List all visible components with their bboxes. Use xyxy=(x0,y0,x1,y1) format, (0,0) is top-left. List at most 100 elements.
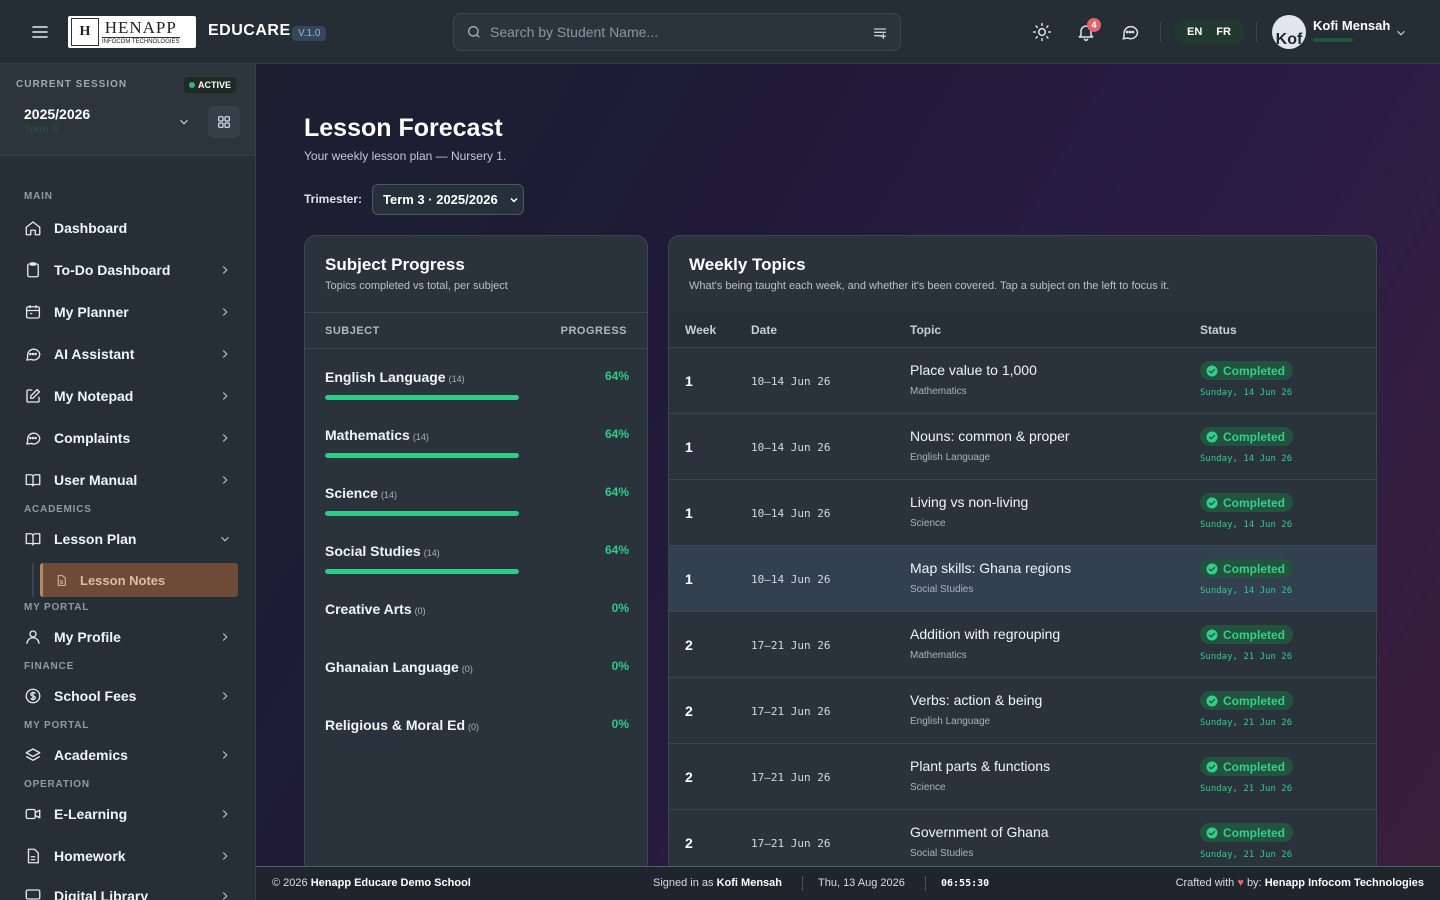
top-bar: H HENAPP INFOCOM TECHNOLOGIES EDUCARE V.… xyxy=(0,0,1440,64)
table-row[interactable]: 2 17–21 Jun 26 Addition with regrouping Mat… xyxy=(669,612,1376,678)
topic-subject: Science xyxy=(910,518,946,529)
check-circle-icon xyxy=(1206,563,1218,575)
topic-title: Nouns: common & proper xyxy=(910,428,1070,444)
search-input[interactable] xyxy=(490,14,860,50)
week-date-range: 10–14 Jun 26 xyxy=(751,507,831,520)
sidebar-item-digital-library[interactable]: Digital Library xyxy=(24,882,238,900)
table-header: Week Date Topic Status xyxy=(669,312,1376,348)
sidebar-item-homework[interactable]: Homework xyxy=(24,842,238,870)
sidebar-item-lesson-plan[interactable]: Lesson Plan xyxy=(24,525,238,553)
subject-progress-row[interactable]: Science (14) 64% xyxy=(325,485,629,541)
week-number: 2 xyxy=(685,703,693,719)
week-number: 1 xyxy=(685,439,693,455)
sidebar-item-school-fees[interactable]: School Fees xyxy=(24,682,238,710)
status-badge: Completed xyxy=(1200,559,1294,578)
session-panel: CURRENT SESSION ACTIVE 2025/2026 Term 3 xyxy=(0,64,255,156)
chevron-down-icon[interactable] xyxy=(1394,26,1408,40)
subject-progress-row[interactable]: Mathematics (14) 64% xyxy=(325,427,629,483)
subject-topic-total: (0) xyxy=(414,606,426,616)
footer-date: Thu, 13 Aug 2026 xyxy=(818,877,905,889)
user-name[interactable]: Kofi Mensah xyxy=(1313,18,1390,33)
sidebar-item-lesson-notes[interactable]: Lesson Notes xyxy=(40,563,238,597)
table-row[interactable]: 1 10–14 Jun 26 Nouns: common & proper Engli… xyxy=(669,414,1376,480)
check-circle-icon xyxy=(1206,695,1218,707)
check-circle-icon xyxy=(1206,761,1218,773)
topic-subject: Social Studies xyxy=(910,584,974,595)
session-year[interactable]: 2025/2026 xyxy=(24,106,90,122)
week-number: 1 xyxy=(685,505,693,521)
week-date-range: 17–21 Jun 26 xyxy=(751,771,831,784)
topic-title: Verbs: action & being xyxy=(910,692,1043,708)
sidebar-item-e-learning[interactable]: E-Learning xyxy=(24,800,238,828)
sidebar-item-label: To-Do Dashboard xyxy=(54,262,171,278)
file-icon xyxy=(24,847,42,865)
edit-icon xyxy=(24,387,42,405)
avatar[interactable]: Kof xyxy=(1272,15,1306,49)
week-number: 2 xyxy=(685,637,693,653)
chevron-right-icon xyxy=(218,849,232,863)
completed-date: Sunday, 14 Jun 26 xyxy=(1200,388,1293,398)
session-term: Term 3 xyxy=(24,124,58,136)
subject-topic-total: (14) xyxy=(448,374,465,384)
message-icon[interactable] xyxy=(1120,22,1140,42)
table-row[interactable]: 1 10–14 Jun 26 Living vs non-living Science… xyxy=(669,480,1376,546)
sidebar-item-academics[interactable]: Academics xyxy=(24,741,238,769)
footer-company: Henapp Infocom Technologies xyxy=(1264,877,1424,889)
week-number: 2 xyxy=(685,835,693,851)
completed-date: Sunday, 21 Jun 26 xyxy=(1200,784,1293,794)
subject-progress-row[interactable]: Ghanaian Language (0) 0% xyxy=(325,659,629,715)
subject-progress-percent: 0% xyxy=(611,659,629,673)
lang-fr-button[interactable]: FR xyxy=(1216,26,1231,38)
subject-progress-row[interactable]: Social Studies (14) 64% xyxy=(325,543,629,599)
sidebar-item-label: E-Learning xyxy=(54,806,128,822)
sidebar-item-complaints[interactable]: Complaints xyxy=(24,424,238,452)
status-badge: Completed xyxy=(1200,757,1294,776)
lang-en-button[interactable]: EN xyxy=(1187,26,1202,38)
topic-subject: Social Studies xyxy=(910,848,974,859)
logo-sub-text: INFOCOM TECHNOLOGIES xyxy=(102,36,180,45)
grid-icon[interactable] xyxy=(208,106,240,138)
table-row[interactable]: 1 10–14 Jun 26 Place value to 1,000 Mathema… xyxy=(669,348,1376,414)
filter-icon[interactable] xyxy=(872,25,888,41)
chevron-down-icon[interactable] xyxy=(177,115,191,129)
sidebar-item-todo-dashboard[interactable]: To-Do Dashboard xyxy=(24,256,238,284)
subject-name: Religious & Moral Ed (0) xyxy=(325,717,480,733)
topic-subject: Mathematics xyxy=(910,386,967,397)
chevron-right-icon xyxy=(218,263,232,277)
progress-bar-fill xyxy=(325,453,519,458)
sidebar-item-ai-assistant[interactable]: AI Assistant xyxy=(24,340,238,368)
sidebar-item-my-notepad[interactable]: My Notepad xyxy=(24,382,238,410)
sidebar-item-my-profile[interactable]: My Profile xyxy=(24,623,238,651)
sidebar-item-label: Homework xyxy=(54,848,126,864)
user-icon xyxy=(24,628,42,646)
sidebar-item-my-planner[interactable]: My Planner xyxy=(24,298,238,326)
section-operation: OPERATION xyxy=(24,779,90,790)
section-academics: ACADEMICS xyxy=(24,504,92,515)
logo-mark: H xyxy=(71,18,99,46)
henapp-logo[interactable]: H HENAPP INFOCOM TECHNOLOGIES xyxy=(68,16,196,48)
status-badge: Completed xyxy=(1200,625,1294,644)
subject-progress-row[interactable]: Creative Arts (0) 0% xyxy=(325,601,629,657)
sidebar-item-label: Academics xyxy=(54,747,128,763)
table-row[interactable]: 2 17–21 Jun 26 Verbs: action & being Englis… xyxy=(669,678,1376,744)
sidebar-item-dashboard[interactable]: Dashboard xyxy=(24,214,238,242)
chevron-right-icon xyxy=(218,473,232,487)
trimester-label: Trimester: xyxy=(304,192,363,206)
subject-topic-total: (0) xyxy=(468,722,480,732)
subject-progress-row[interactable]: Religious & Moral Ed (0) 0% xyxy=(325,717,629,773)
table-row[interactable]: 2 17–21 Jun 26 Plant parts & functions Scie… xyxy=(669,744,1376,810)
theme-toggle-sun-icon[interactable] xyxy=(1032,22,1052,42)
table-row[interactable]: 1 10–14 Jun 26 Map skills: Ghana regions So… xyxy=(669,546,1376,612)
logo-main-text: HENAPP xyxy=(104,17,177,37)
trimester-select[interactable]: Term 3 · 2025/2026 xyxy=(372,184,524,215)
sidebar-item-label: School Fees xyxy=(54,688,137,704)
menu-icon[interactable] xyxy=(28,20,52,44)
monitor-icon xyxy=(24,887,42,900)
sidebar-item-user-manual[interactable]: User Manual xyxy=(24,466,238,494)
completed-date: Sunday, 21 Jun 26 xyxy=(1200,652,1293,662)
subject-topic-total: (14) xyxy=(412,432,429,442)
subject-progress-row[interactable]: English Language (14) 64% xyxy=(325,369,629,425)
status-badge: Completed xyxy=(1200,691,1294,710)
subject-name: Mathematics (14) xyxy=(325,427,429,443)
week-date-range: 10–14 Jun 26 xyxy=(751,573,831,586)
